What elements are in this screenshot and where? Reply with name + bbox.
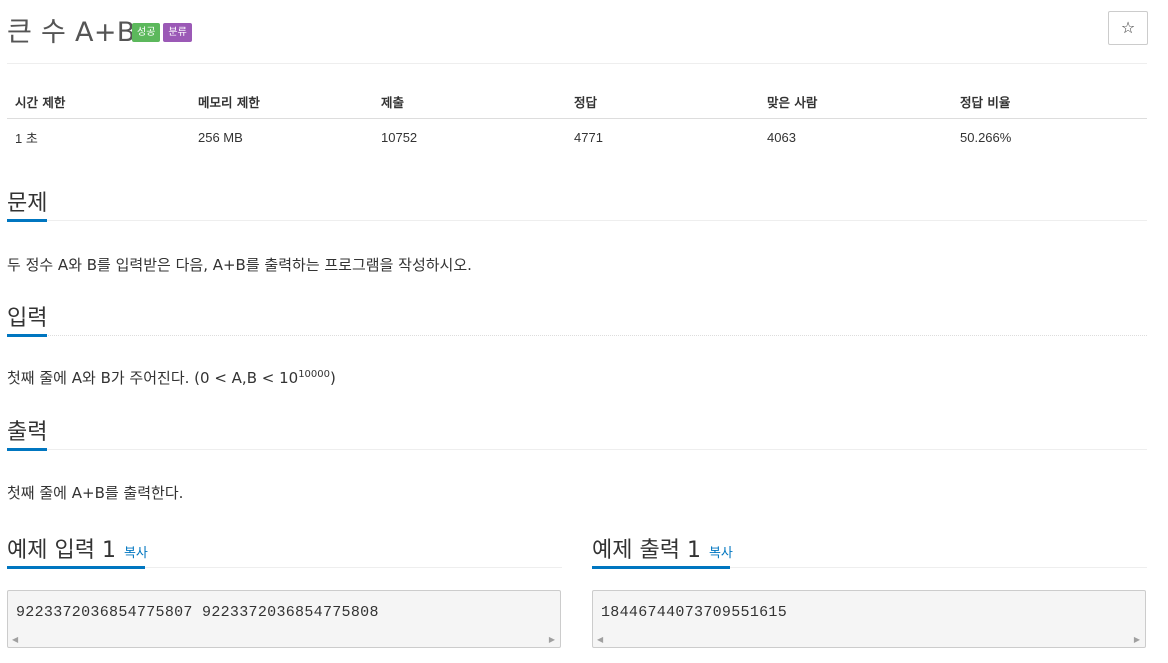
section-header: 예제 출력 1 복사 (592, 530, 1147, 569)
input-section: 입력 첫째 줄에 A와 B가 주어진다. (0 < A,B < 1010000) (7, 298, 1147, 387)
table-row: 1 초 256 MB 10752 4771 4063 50.266% (7, 119, 1147, 156)
input-text-main: 첫째 줄에 A와 B가 주어진다. (0 < A,B < 10 (7, 369, 299, 387)
sample-input-heading: 예제 입력 1 복사 (7, 532, 148, 564)
description-section: 문제 두 정수 A와 B를 입력받은 다음, A+B를 출력하는 프로그램을 작… (7, 183, 1147, 274)
sample-output-heading: 예제 출력 1 복사 (592, 532, 733, 564)
header-divider (7, 63, 1147, 64)
time-limit-header: 시간 제한 (7, 85, 190, 119)
ratio-value: 50.266% (960, 129, 1012, 145)
sample-input-content: 9223372036854775807 9223372036854775808 (16, 604, 379, 621)
section-accent (7, 448, 47, 451)
sample-input: 예제 입력 1 복사 9223372036854775807 9223372036… (7, 530, 562, 648)
horizontal-scrollbar[interactable]: ◀ ▶ (9, 634, 559, 646)
section-divider (7, 449, 1147, 450)
description-heading: 문제 (7, 191, 48, 216)
sample-output-content: 18446744073709551615 (601, 604, 788, 621)
star-icon: ☆ (1120, 20, 1136, 37)
sample-input-title: 예제 입력 1 (7, 538, 116, 563)
solvers-value: 4063 (767, 129, 796, 145)
section-accent (592, 566, 730, 569)
exponent: 10000 (298, 369, 330, 380)
success-badge[interactable]: 성공 (132, 23, 161, 42)
chevron-right-icon[interactable]: ▶ (549, 634, 555, 646)
output-heading: 출력 (7, 420, 48, 445)
section-divider (7, 220, 1147, 221)
section-accent (7, 334, 47, 337)
section-accent (7, 219, 47, 222)
accepted-header: 정답 (566, 85, 759, 119)
copy-input-link[interactable]: 복사 (124, 546, 148, 561)
input-heading: 입력 (7, 306, 48, 331)
ratio-header: 정답 비율 (952, 85, 1147, 119)
time-limit-value: 1 초 (15, 130, 38, 146)
memory-limit-value: 256 MB (198, 129, 243, 145)
sample-input-box[interactable]: 9223372036854775807 9223372036854775808 … (7, 590, 561, 648)
horizontal-scrollbar[interactable]: ◀ ▶ (594, 634, 1144, 646)
sample-output: 예제 출력 1 복사 18446744073709551615 ◀ ▶ (592, 530, 1147, 648)
copy-output-link[interactable]: 복사 (709, 546, 733, 561)
sample-output-box[interactable]: 18446744073709551615 ◀ ▶ (592, 590, 1146, 648)
favorite-button[interactable]: ☆ (1108, 11, 1148, 45)
section-accent (7, 566, 145, 569)
section-divider (7, 335, 1147, 336)
table-header-row: 시간 제한 메모리 제한 제출 정답 맞은 사람 정답 비율 (7, 85, 1147, 119)
input-text: 첫째 줄에 A와 B가 주어진다. (0 < A,B < 1010000) (7, 367, 336, 388)
output-section: 출력 첫째 줄에 A+B를 출력한다. (7, 412, 1147, 502)
accepted-value: 4771 (574, 129, 603, 145)
input-text-close: ) (330, 369, 336, 387)
problem-info-table: 시간 제한 메모리 제한 제출 정답 맞은 사람 정답 비율 1 초 256 M… (7, 85, 1147, 155)
section-header: 문제 (7, 183, 1147, 222)
solvers-header: 맞은 사람 (759, 85, 952, 119)
output-text: 첫째 줄에 A+B를 출력한다. (7, 484, 184, 502)
sample-output-title: 예제 출력 1 (592, 538, 701, 563)
submissions-value: 10752 (381, 129, 418, 145)
section-header: 예제 입력 1 복사 (7, 530, 562, 569)
description-text: 두 정수 A와 B를 입력받은 다음, A+B를 출력하는 프로그램을 작성하시… (7, 256, 472, 274)
chevron-right-icon[interactable]: ▶ (1134, 634, 1140, 646)
page-title: 큰 수 A+B (7, 17, 136, 48)
section-header: 입력 (7, 298, 1147, 337)
title-row: 큰 수 A+B 성공 분류 ☆ (7, 10, 1148, 50)
badge-group: 성공 분류 (132, 23, 192, 42)
submissions-header: 제출 (373, 85, 566, 119)
chevron-left-icon[interactable]: ◀ (597, 634, 603, 646)
chevron-left-icon[interactable]: ◀ (12, 634, 18, 646)
section-header: 출력 (7, 412, 1147, 451)
category-badge[interactable]: 분류 (163, 23, 192, 42)
memory-limit-header: 메모리 제한 (190, 85, 373, 119)
